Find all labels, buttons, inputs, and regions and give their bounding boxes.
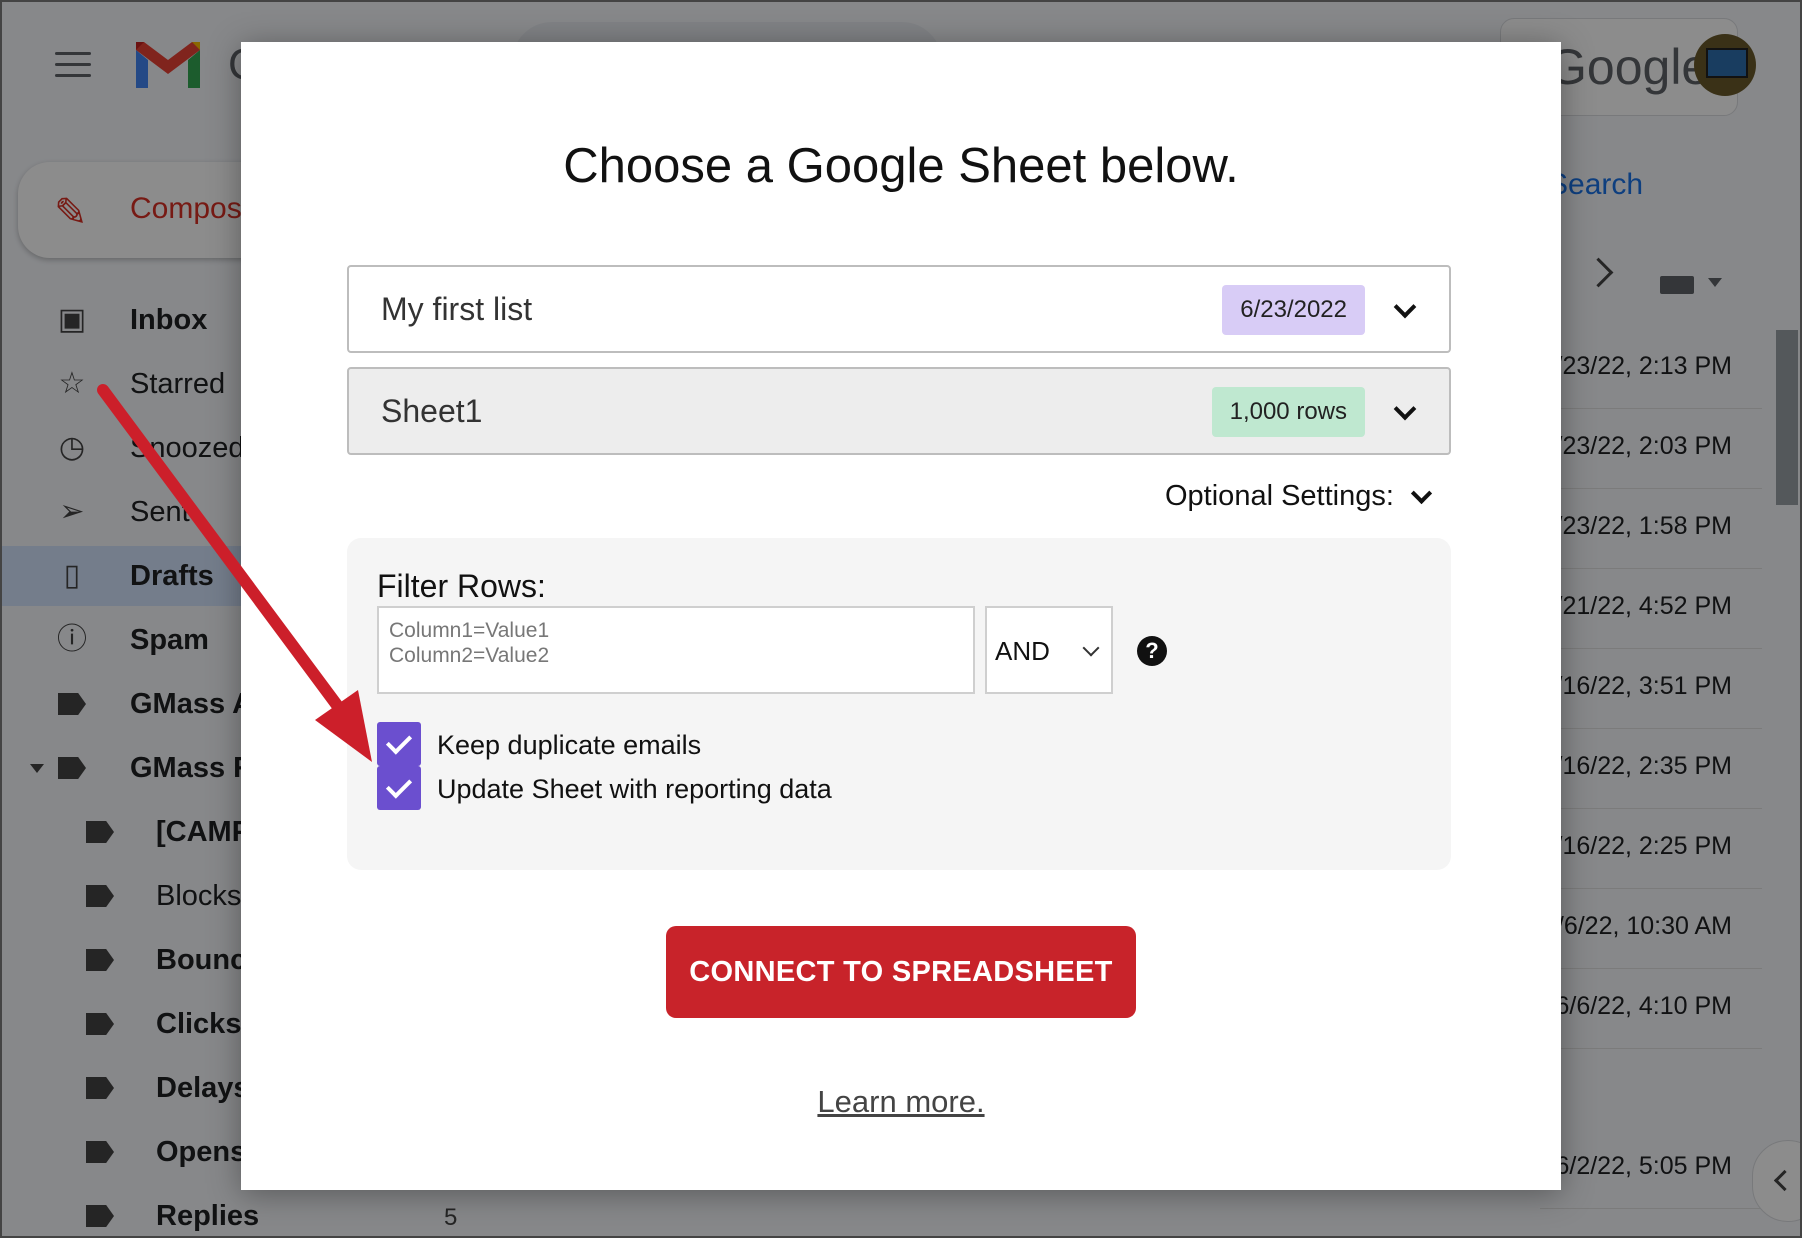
annotation-arrow [97, 384, 372, 762]
